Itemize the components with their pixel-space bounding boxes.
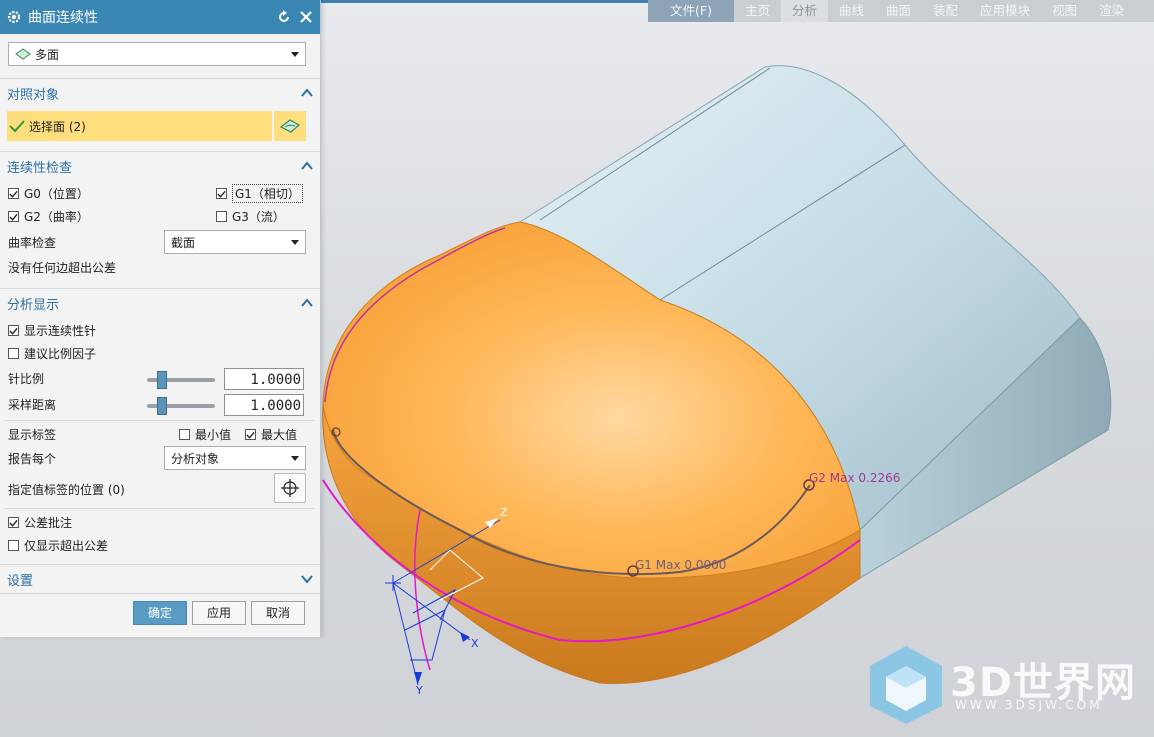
min-label-row[interactable]: 最小值 (171, 423, 239, 446)
select-face-label: 选择面 (2) (29, 119, 86, 134)
cancel-button[interactable]: 取消 (251, 601, 305, 625)
axis-y-arrow (414, 672, 422, 684)
tolerance-note-row[interactable]: 公差批注 (0, 511, 80, 534)
chevron-down-icon (291, 239, 299, 245)
divider (4, 508, 314, 509)
apply-button[interactable]: 应用 (192, 601, 246, 625)
multi-face-icon (15, 48, 31, 60)
report-each-value: 分析对象 (171, 451, 220, 466)
show-needles-checkbox[interactable] (8, 325, 19, 336)
chevron-down-icon (291, 455, 299, 461)
g3-checkbox[interactable] (216, 211, 227, 222)
type-section: 多面 (0, 34, 320, 79)
chevron-up-icon (301, 88, 313, 97)
report-each-label: 报告每个 (8, 452, 57, 466)
g2-checkbox-row[interactable]: G2（曲率） (0, 205, 97, 228)
only-out-tolerance-row[interactable]: 仅显示超出公差 (0, 534, 116, 557)
reference-section: 对照对象 选择面 (2) (0, 79, 320, 152)
max-label-row[interactable]: 最大值 (237, 423, 305, 446)
chevron-up-icon (301, 161, 313, 170)
sample-distance-label: 采样距离 (8, 398, 57, 412)
label-position-button[interactable] (274, 473, 306, 503)
curvature-check-value: 截面 (171, 235, 196, 250)
crosshair-icon (281, 479, 299, 497)
suggest-scale-label: 建议比例因子 (24, 347, 97, 361)
g1-checkbox[interactable] (216, 188, 227, 199)
g2-checkbox[interactable] (8, 211, 19, 222)
report-each-dropdown[interactable]: 分析对象 (164, 446, 306, 470)
g2-max-label: G2 Max 0.2266 (809, 471, 901, 485)
g1-label: G1（相切） (232, 184, 303, 203)
g3-label: G3（流） (232, 210, 285, 224)
dialog-titlebar[interactable]: 曲面连续性 (0, 0, 320, 34)
sample-distance-thumb[interactable] (157, 397, 167, 415)
show-needles-row[interactable]: 显示连续性针 (0, 319, 104, 342)
type-dropdown[interactable]: 多面 (8, 42, 306, 66)
show-needles-label: 显示连续性针 (24, 324, 97, 338)
surface-continuity-dialog: 曲面连续性 多面 对照对象 选择面 (2) 连续性检查 G0（位置） G1（相切… (0, 0, 321, 637)
axis-x-arrow (460, 632, 470, 642)
settings-section: 设置 (0, 565, 320, 594)
only-out-tolerance-label: 仅显示超出公差 (24, 539, 109, 553)
reference-header-label: 对照对象 (7, 87, 60, 103)
settings-section-header[interactable]: 设置 (0, 565, 320, 593)
chevron-up-icon (301, 298, 313, 307)
select-face-row[interactable]: 选择面 (2) (7, 111, 272, 141)
tolerance-status: 没有任何边超出公差 (8, 261, 117, 275)
gear-icon (7, 10, 21, 24)
needle-scale-thumb[interactable] (157, 371, 167, 389)
g1-checkbox-row[interactable]: G1（相切） (208, 182, 311, 205)
analysis-display-section: 分析显示 显示连续性针 建议比例因子 针比例 1.0000 采样距离 1.000… (0, 289, 320, 565)
settings-header-label: 设置 (7, 573, 34, 589)
max-label-checkbox[interactable] (245, 429, 256, 440)
label-position-label: 指定值标签的位置 (0) (8, 483, 125, 497)
analysis-display-header[interactable]: 分析显示 (0, 289, 320, 317)
divider (4, 420, 314, 421)
needle-scale-label: 针比例 (8, 372, 45, 386)
g0-checkbox[interactable] (8, 188, 19, 199)
close-icon[interactable] (298, 9, 314, 25)
g1-max-label: G1 Max 0.0000 (635, 558, 727, 572)
g2-label: G2（曲率） (24, 210, 89, 224)
reference-section-header[interactable]: 对照对象 (0, 79, 320, 107)
axis-x-label: X (471, 637, 479, 650)
chevron-down-icon (291, 51, 299, 57)
suggest-scale-checkbox[interactable] (8, 348, 19, 359)
axis-y-label: Y (416, 684, 423, 697)
suggest-scale-row[interactable]: 建议比例因子 (0, 342, 104, 365)
g3-checkbox-row[interactable]: G3（流） (208, 205, 293, 228)
g0-checkbox-row[interactable]: G0（位置） (0, 182, 97, 205)
needle-scale-input[interactable]: 1.0000 (224, 368, 304, 390)
type-dropdown-value: 多面 (35, 47, 60, 62)
sample-distance-input[interactable]: 1.0000 (224, 394, 304, 416)
watermark-cube-icon (870, 646, 942, 724)
curvature-check-dropdown[interactable]: 截面 (164, 230, 306, 254)
g0-label: G0（位置） (24, 187, 89, 201)
needle-scale-slider[interactable] (147, 371, 215, 389)
face-select-icon (279, 119, 301, 133)
analysis-display-header-label: 分析显示 (7, 297, 60, 313)
tolerance-note-label: 公差批注 (24, 516, 73, 530)
sample-distance-slider[interactable] (147, 397, 215, 415)
axis-z-label: Z (500, 506, 508, 519)
continuity-section-header[interactable]: 连续性检查 (0, 152, 320, 180)
continuity-header-label: 连续性检查 (7, 160, 73, 176)
show-labels-label: 显示标签 (8, 428, 57, 442)
ok-button[interactable]: 确定 (133, 601, 187, 625)
continuity-section: 连续性检查 G0（位置） G1（相切） G2（曲率） G3（流） 曲率检查 截面… (0, 152, 320, 289)
dialog-title: 曲面连续性 (28, 10, 98, 26)
watermark-url: WWW.3DSJW.COM (955, 698, 1103, 712)
checkmark-icon (9, 120, 25, 133)
chevron-down-icon (301, 575, 313, 584)
only-out-tolerance-checkbox[interactable] (8, 540, 19, 551)
select-face-button[interactable] (274, 111, 306, 141)
max-label-text: 最大值 (261, 428, 298, 442)
min-label-checkbox[interactable] (179, 429, 190, 440)
curvature-check-label: 曲率检查 (8, 236, 57, 250)
min-label-text: 最小值 (195, 428, 232, 442)
reset-icon[interactable] (276, 9, 292, 25)
tolerance-note-checkbox[interactable] (8, 517, 19, 528)
